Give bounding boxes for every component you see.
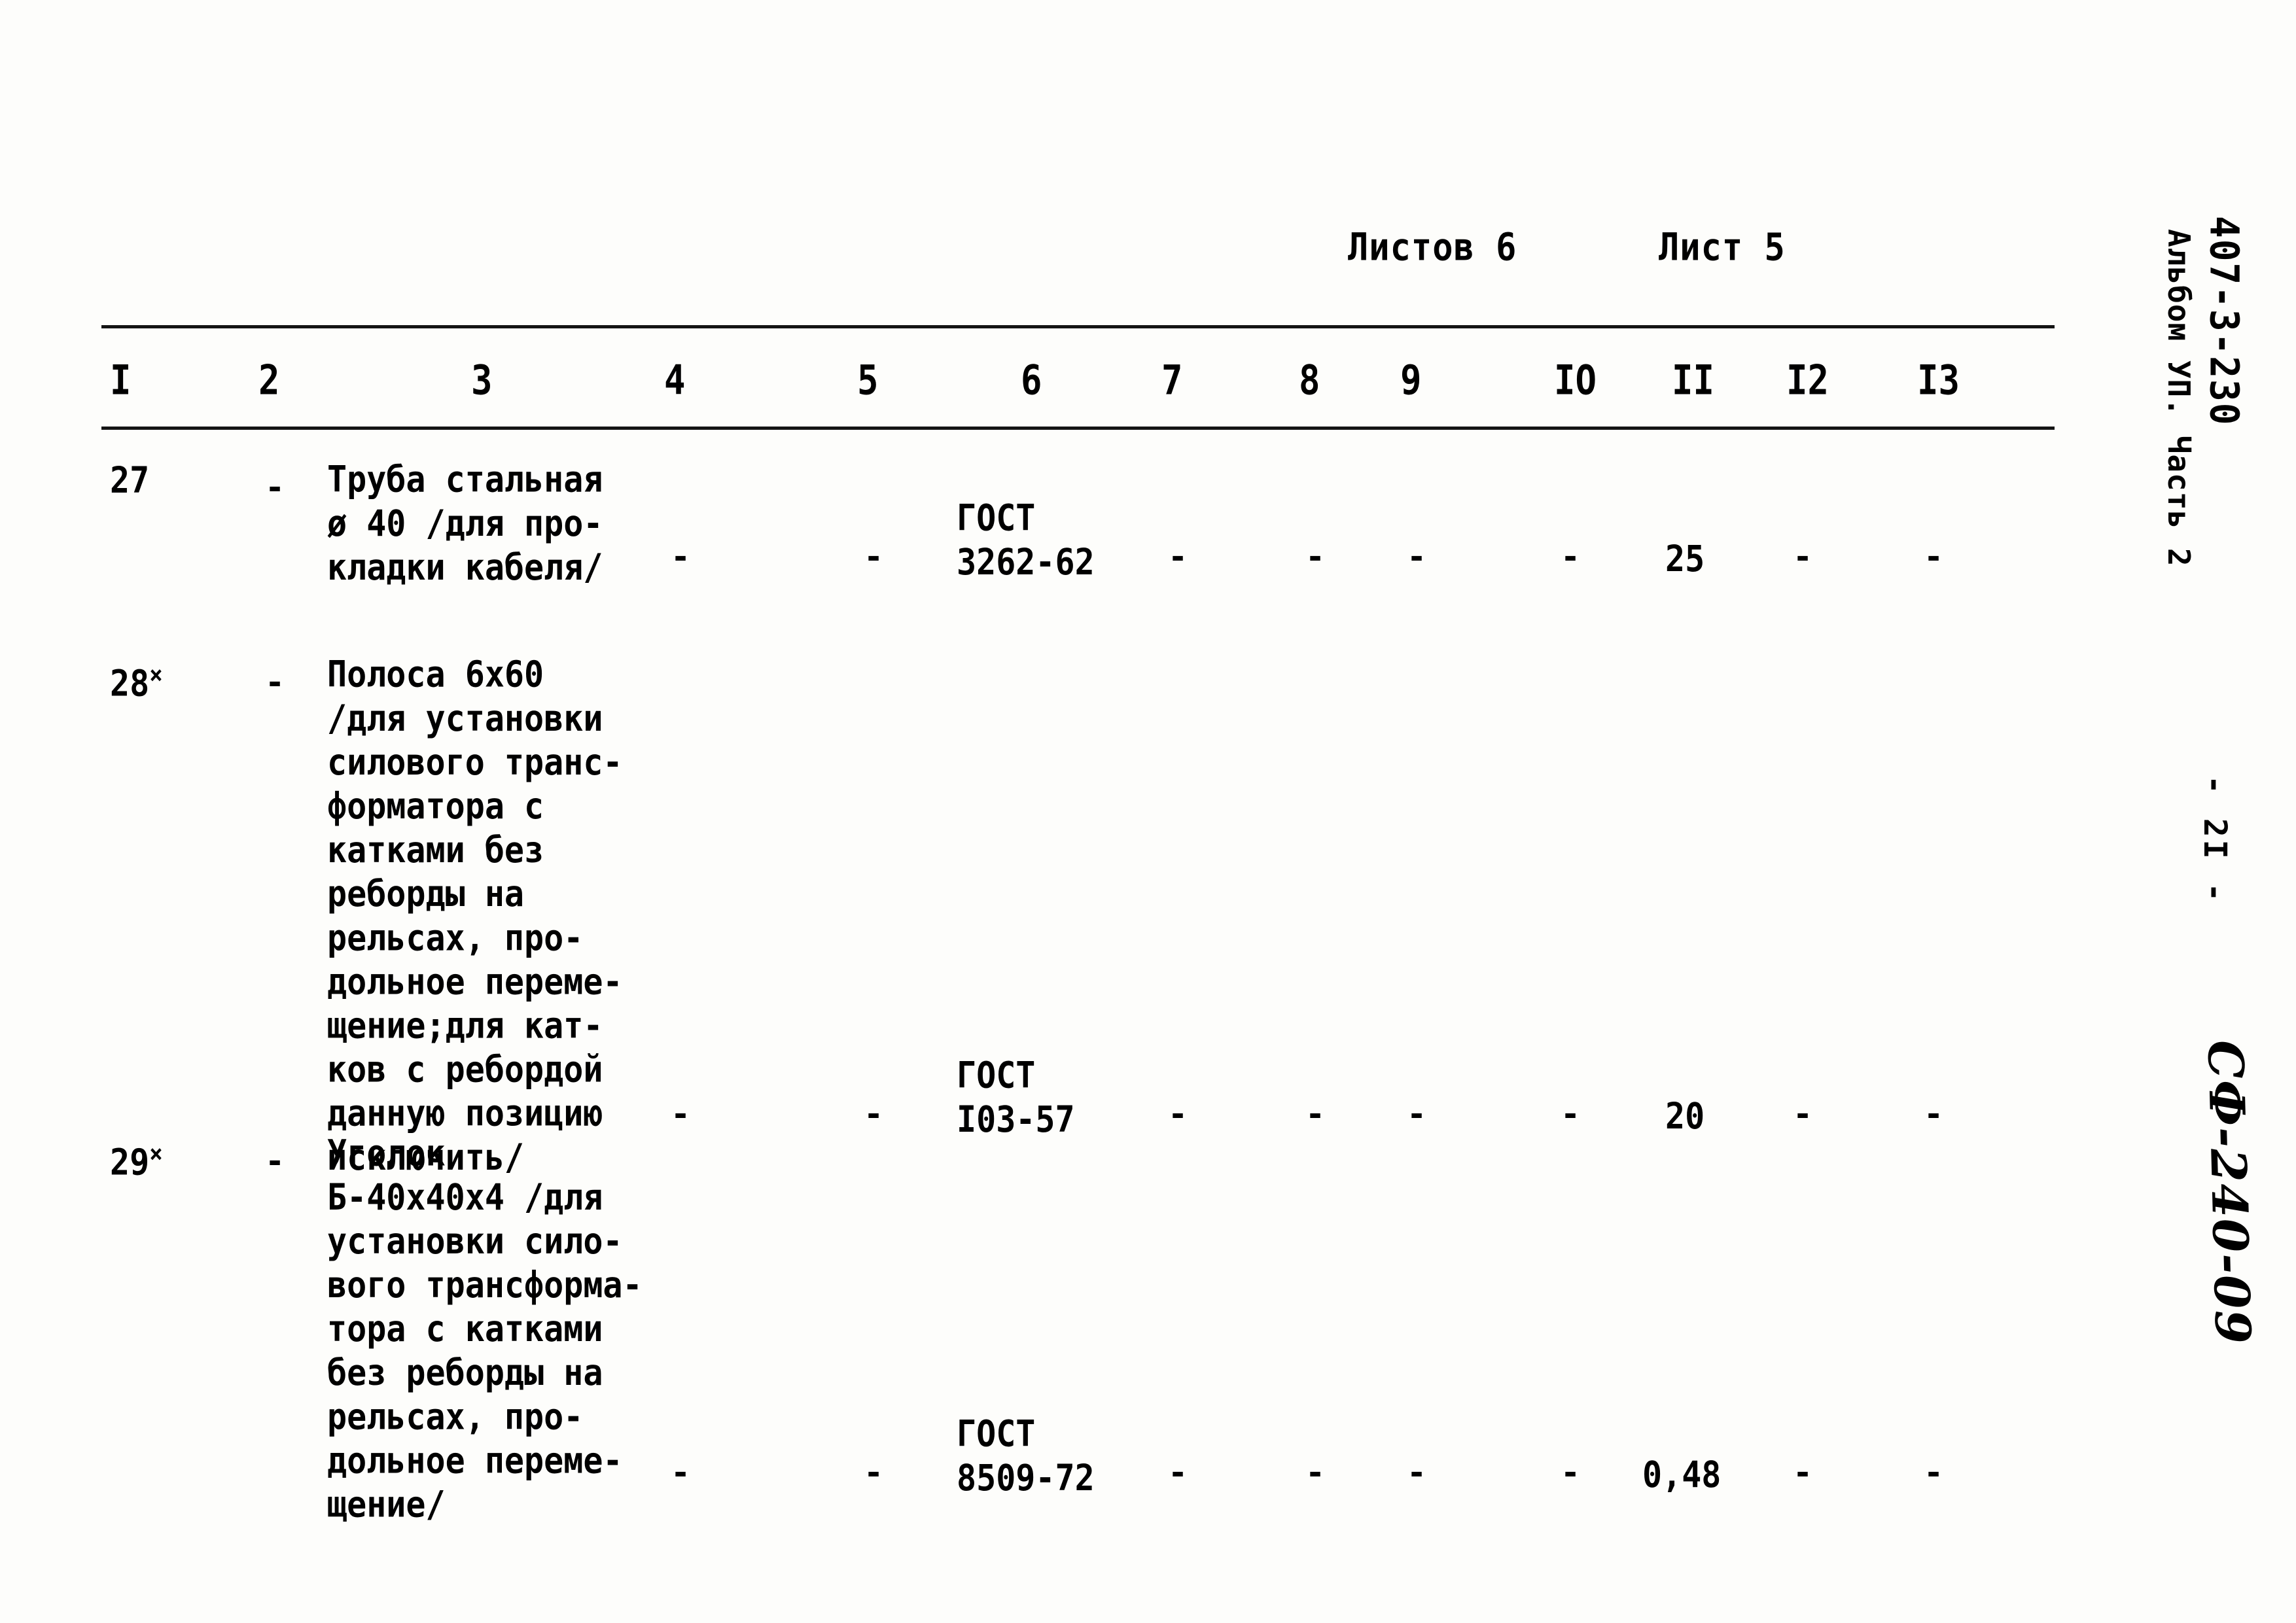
table-row: 28× - Полоса 6х60 /для установки силового … [0,464,2055,1178]
quantity-value: 0,48 [1642,1454,1722,1495]
table-row: 27- Труба стальная ø 40 /для про- кладки … [0,458,2055,588]
cell-col-2: - [265,1142,285,1180]
cell-col-12: - [1793,1095,1813,1133]
cell-col-5: - [864,538,884,576]
column-header-10: IO [1554,357,1597,404]
cell-col-8: - [1305,1454,1326,1492]
cell-col-8: - [1305,1095,1326,1133]
cell-col-7: - [1168,538,1188,576]
column-header-2: 2 [258,357,280,404]
cell-col-7: - [1168,1454,1188,1492]
position-number: 29× [110,1140,163,1183]
quantity-value: 20 [1665,1095,1705,1137]
table-column-headers: I 2 3 4 5 6 7 8 9 IO II I2 I3 [0,357,2055,415]
column-header-5: 5 [857,357,879,404]
cell-col-2: - [265,663,285,701]
document-code: 407-3-230 [2200,216,2247,427]
sheet-info-header: Листов 6 Лист 5 [0,226,2055,271]
column-header-6: 6 [1021,357,1042,404]
item-description: Труба стальная ø 40 /для про- кладки каб… [327,459,603,589]
gost-standard: ГОСТ I03-57 [957,1055,1075,1140]
document-page: Листов 6 Лист 5 I 2 3 4 5 6 7 8 9 IO II I2 I3 27- Тру… [0,0,2296,1623]
column-header-11: II [1672,357,1715,404]
cell-col-9: - [1407,1095,1427,1133]
cell-col-4: - [671,538,691,576]
cell-col-10: - [1561,1454,1581,1492]
cell-col-4: - [671,1454,691,1492]
cell-col-5: - [864,1454,884,1492]
cell-col-12: - [1793,538,1813,576]
cell-col-5: - [864,1095,884,1133]
column-header-3: 3 [471,357,493,404]
asterisk-marker-icon: × [149,661,163,690]
position-number: 28× [110,661,163,705]
asterisk-marker-icon: × [149,1140,163,1169]
sheets-total-label: Листов 6 [1348,226,1517,270]
sheet-current-label: Лист 5 [1659,226,1786,270]
column-header-8: 8 [1299,357,1320,404]
item-description: Полоса 6х60 /для установки силового тран… [327,654,623,1178]
cell-col-7: - [1168,1095,1188,1133]
table-rule-top [101,325,2055,328]
gost-standard: ГОСТ 3262-62 [957,497,1095,583]
cell-col-12: - [1793,1454,1813,1492]
cell-col-13: - [1924,1095,1944,1133]
column-header-9: 9 [1400,357,1422,404]
cell-col-13: - [1924,538,1944,576]
column-header-1: I [110,357,132,404]
item-description: Уголок Б-40х40х4 /для установки сило- во… [327,1132,643,1526]
gost-standard: ГОСТ 8509-72 [957,1413,1095,1499]
cell-col-9: - [1407,538,1427,576]
quantity-value: 25 [1665,538,1705,580]
page-number: - 2I - [2197,775,2233,905]
column-header-4: 4 [664,357,686,404]
album-part-label: Альбом УП. Часть 2 [2161,229,2197,567]
column-header-12: I2 [1786,357,1829,404]
cell-col-4: - [671,1095,691,1133]
table-rule-bottom [101,427,2055,430]
column-header-13: I3 [1917,357,1960,404]
cell-col-13: - [1924,1454,1944,1492]
handwritten-stamp: СФ-240-09 [2196,1039,2261,1346]
cell-col-9: - [1407,1454,1427,1492]
table-body: 27- Труба стальная ø 40 /для про- кладки … [0,458,2055,1526]
cell-col-8: - [1305,538,1326,576]
column-header-7: 7 [1161,357,1183,404]
cell-col-10: - [1561,1095,1581,1133]
cell-col-10: - [1561,538,1581,576]
table-row: 29× - Уголок Б-40х40х4 /для установки сило… [0,471,2055,1526]
